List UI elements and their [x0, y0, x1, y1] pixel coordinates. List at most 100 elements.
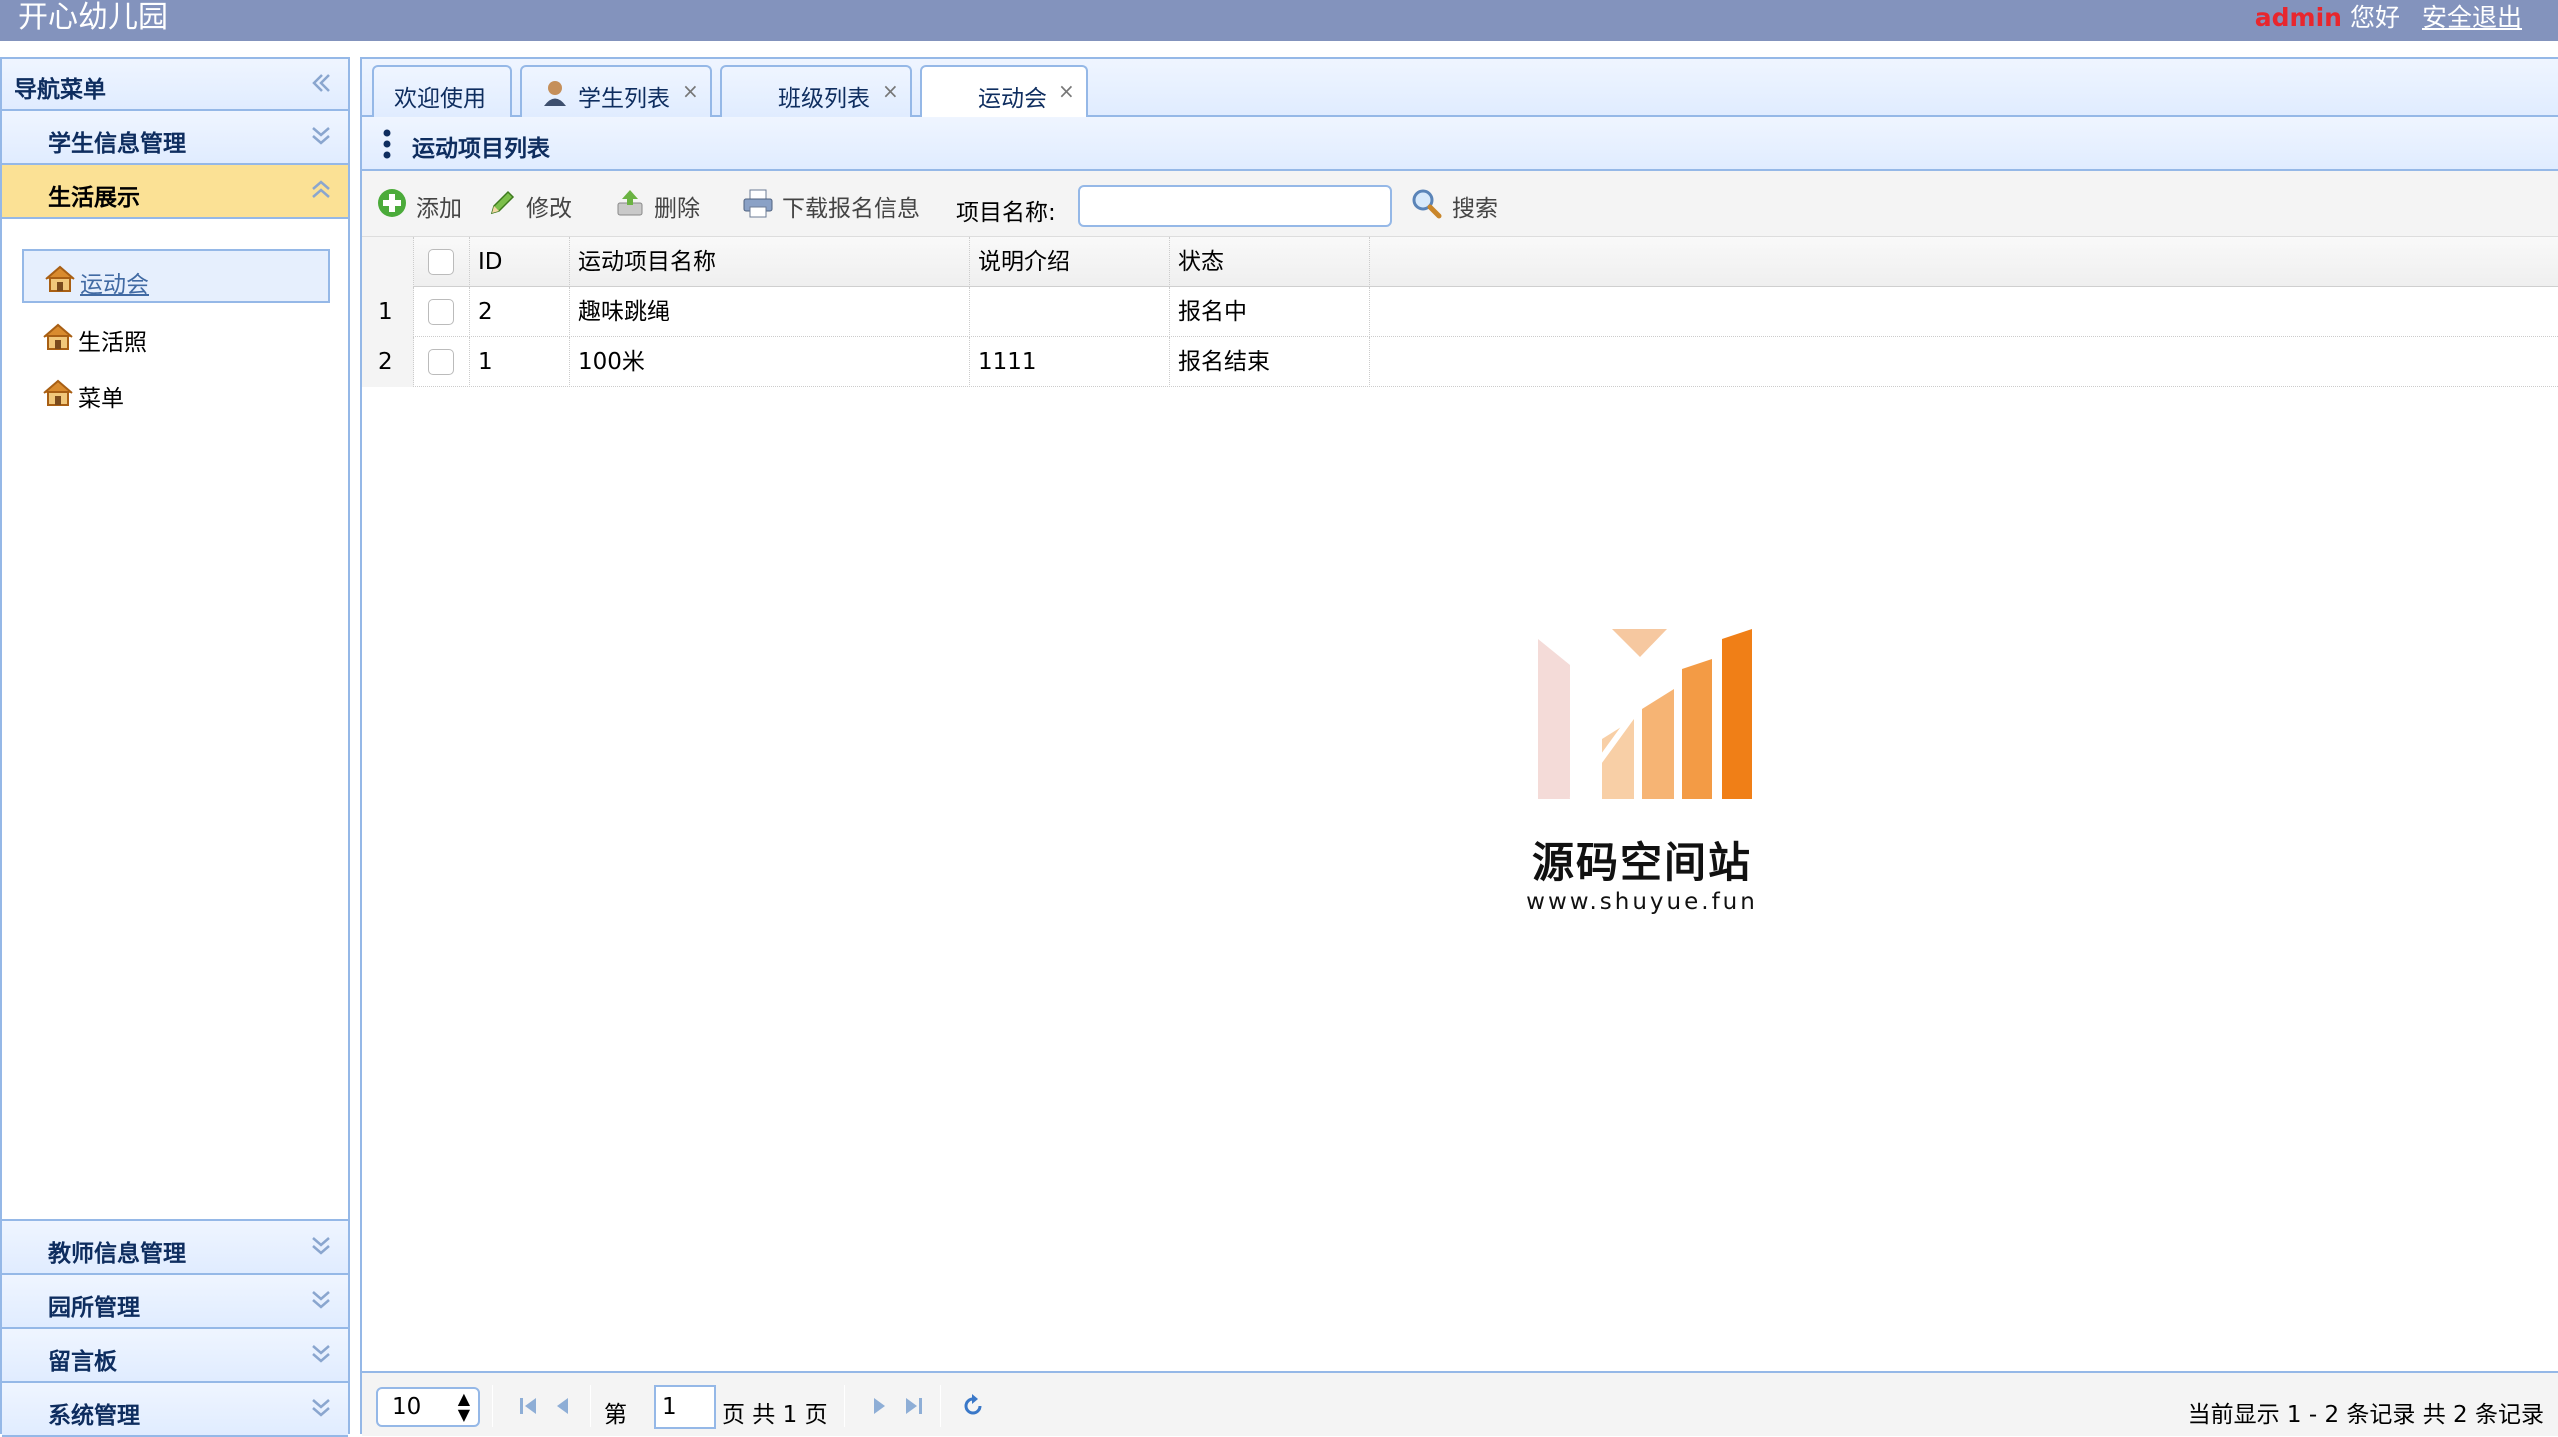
separator	[940, 1385, 941, 1427]
table-row[interactable]: 2 1 100米 1111 报名结束	[362, 337, 2558, 387]
nav-item-life-photos[interactable]: 生活照	[22, 309, 330, 363]
tab-class-list[interactable]: 班级列表 ×	[720, 65, 912, 117]
nav-section-label: 生活展示	[48, 185, 140, 211]
close-tab-icon[interactable]: ×	[882, 79, 899, 103]
row-number: 1	[362, 287, 414, 337]
cell-description	[970, 287, 1170, 337]
chevron-double-up-icon	[308, 175, 334, 205]
close-tab-icon[interactable]: ×	[1058, 79, 1075, 103]
top-bar: 开心幼儿园 admin 您好 安全退出	[0, 0, 2558, 41]
collapse-nav-icon[interactable]	[308, 69, 334, 99]
nav-item-sports-meet[interactable]: 运动会	[22, 249, 330, 303]
delete-button[interactable]: 删除	[614, 181, 710, 223]
select-all-checkbox[interactable]	[428, 249, 454, 275]
separator	[590, 1385, 591, 1427]
next-page-icon[interactable]	[866, 1393, 892, 1419]
printer-icon	[742, 187, 774, 219]
cell-status: 报名结束	[1170, 337, 1370, 387]
vertical-dots-icon	[382, 129, 392, 163]
column-header-name[interactable]: 运动项目名称	[570, 237, 970, 287]
add-label: 添加	[416, 196, 462, 222]
chevron-double-down-icon	[308, 1339, 334, 1369]
house-icon	[42, 323, 74, 351]
nav-panel: 导航菜单 学生信息管理 生活展示 运动会 生活照 菜单 教师信息管理 园所管理 …	[0, 57, 350, 1437]
row-checkbox[interactable]	[428, 299, 454, 325]
delete-label: 删除	[654, 196, 700, 222]
user-area: admin 您好 安全退出	[2255, 2, 2522, 34]
nav-section-student-info[interactable]: 学生信息管理	[2, 111, 348, 165]
chevron-double-down-icon	[308, 1231, 334, 1261]
nav-item-menu[interactable]: 菜单	[22, 365, 330, 419]
separator	[844, 1385, 845, 1427]
username: admin	[2254, 3, 2342, 32]
cell-id: 1	[470, 337, 570, 387]
row-number-header	[362, 237, 414, 287]
page-size-select[interactable]: 10 ▲ ▼	[376, 1387, 480, 1427]
tab-label: 学生列表	[578, 86, 670, 112]
watermark-url: www.shuyue.fun	[1526, 889, 1758, 915]
cell-description: 1111	[970, 337, 1170, 387]
nav-section-life-display[interactable]: 生活展示	[2, 165, 348, 219]
nav-bottom-sections: 教师信息管理 园所管理 留言板 系统管理	[2, 1221, 348, 1437]
tab-sports-meet[interactable]: 运动会 ×	[920, 65, 1088, 119]
page-total: 页 共 1 页	[722, 1402, 828, 1428]
greeting: 您好	[2349, 3, 2400, 32]
nav-section-content: 运动会 生活照 菜单	[2, 219, 348, 1221]
plus-icon	[376, 187, 408, 219]
watermark-logo	[1538, 629, 1752, 801]
tab-bar: 欢迎使用 学生列表 × 班级列表 × 运动会 ×	[362, 59, 2558, 119]
download-label: 下载报名信息	[782, 196, 920, 222]
close-tab-icon[interactable]: ×	[682, 79, 699, 103]
logout-link[interactable]: 安全退出	[2422, 3, 2522, 32]
page-number-input[interactable]: 1	[654, 1385, 716, 1429]
watermark-name: 源码空间站	[1531, 838, 1752, 887]
refresh-icon[interactable]	[960, 1393, 986, 1419]
page-size-value: 10	[392, 1394, 422, 1420]
nav-section-label: 园所管理	[48, 1295, 140, 1321]
cell-id: 2	[470, 287, 570, 337]
toolbar: 添加 修改 删除 下载报名信息 项目名称: 搜索	[362, 171, 2558, 237]
row-checkbox[interactable]	[428, 349, 454, 375]
search-icon	[1410, 187, 1442, 219]
pagination-bar: 10 ▲ ▼ 第 1 页 共 1 页 当前显示 1 - 2 条记录 共 2 条记录	[362, 1371, 2558, 1436]
page-prefix: 第	[604, 1402, 627, 1428]
cell-name: 趣味跳绳	[570, 287, 970, 337]
first-page-icon[interactable]	[516, 1393, 542, 1419]
chevron-double-down-icon	[308, 1285, 334, 1315]
nav-section-campus-management[interactable]: 园所管理	[2, 1275, 348, 1329]
table-row[interactable]: 1 2 趣味跳绳 报名中	[362, 287, 2558, 337]
house-icon	[42, 379, 74, 407]
app-title: 开心幼儿园	[18, 0, 168, 35]
tab-student-list[interactable]: 学生列表 ×	[520, 65, 712, 117]
nav-section-teacher-info[interactable]: 教师信息管理	[2, 1221, 348, 1275]
pencil-icon	[486, 187, 518, 219]
prev-page-icon[interactable]	[550, 1393, 576, 1419]
nav-section-label: 教师信息管理	[48, 1241, 186, 1267]
search-button[interactable]: 搜索	[1410, 181, 1510, 223]
nav-section-message-board[interactable]: 留言板	[2, 1329, 348, 1383]
select-all-cell	[414, 237, 470, 287]
download-signup-button[interactable]: 下载报名信息	[742, 181, 942, 223]
chevron-double-down-icon	[308, 1393, 334, 1423]
cell-name: 100米	[570, 337, 970, 387]
search-label: 项目名称:	[956, 200, 1056, 226]
nav-item-label: 运动会	[80, 272, 149, 298]
nav-section-label: 学生信息管理	[48, 131, 186, 157]
edit-button[interactable]: 修改	[486, 181, 582, 223]
record-count-info: 当前显示 1 - 2 条记录 共 2 条记录	[2187, 1402, 2544, 1428]
edit-label: 修改	[526, 196, 572, 222]
column-header-status[interactable]: 状态	[1170, 237, 1370, 287]
nav-section-system-management[interactable]: 系统管理	[2, 1383, 348, 1437]
add-button[interactable]: 添加	[376, 181, 472, 223]
column-header-id[interactable]: ID	[470, 237, 570, 287]
last-page-icon[interactable]	[900, 1393, 926, 1419]
project-name-search-input[interactable]	[1078, 185, 1392, 227]
nav-item-label: 菜单	[78, 386, 124, 412]
tab-welcome[interactable]: 欢迎使用	[372, 65, 512, 117]
cell-status: 报名中	[1170, 287, 1370, 337]
panel-title: 运动项目列表	[412, 136, 550, 162]
student-icon	[542, 79, 568, 113]
column-header-description[interactable]: 说明介绍	[970, 237, 1170, 287]
select-arrows-icon: ▲ ▼	[457, 1389, 470, 1424]
tab-label: 班级列表	[778, 86, 870, 112]
